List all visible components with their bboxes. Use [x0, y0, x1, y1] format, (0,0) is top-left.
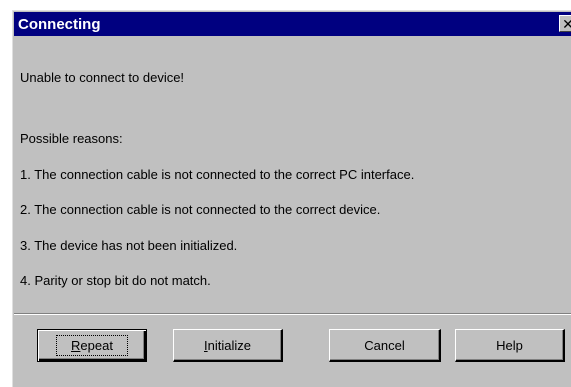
title-bar[interactable]: Connecting ✕: [14, 12, 571, 36]
initialize-button[interactable]: Initialize: [173, 329, 283, 362]
reason-2: 2. The connection cable is not connected…: [20, 202, 381, 217]
focus-ring: Repeat: [56, 335, 128, 356]
close-icon: ✕: [562, 15, 571, 32]
error-headline: Unable to connect to device!: [20, 70, 185, 85]
repeat-button[interactable]: Repeat: [37, 329, 147, 362]
repeat-mnemonic: R: [71, 338, 81, 353]
cancel-button[interactable]: Cancel: [329, 329, 441, 362]
reason-1: 1. The connection cable is not connected…: [20, 167, 415, 182]
separator-highlight: [14, 314, 571, 315]
dialog-title: Connecting: [18, 15, 101, 33]
close-button[interactable]: ✕: [559, 15, 571, 32]
reason-4: 4. Parity or stop bit do not match.: [20, 273, 211, 288]
connecting-dialog: Connecting ✕ Unable to connect to device…: [12, 10, 571, 387]
initialize-label: nitialize: [207, 337, 251, 353]
reasons-label: Possible reasons:: [20, 131, 123, 146]
help-button[interactable]: Help: [455, 329, 565, 362]
reason-3: 3. The device has not been initialized.: [20, 238, 238, 253]
repeat-label: epeat: [80, 338, 113, 353]
